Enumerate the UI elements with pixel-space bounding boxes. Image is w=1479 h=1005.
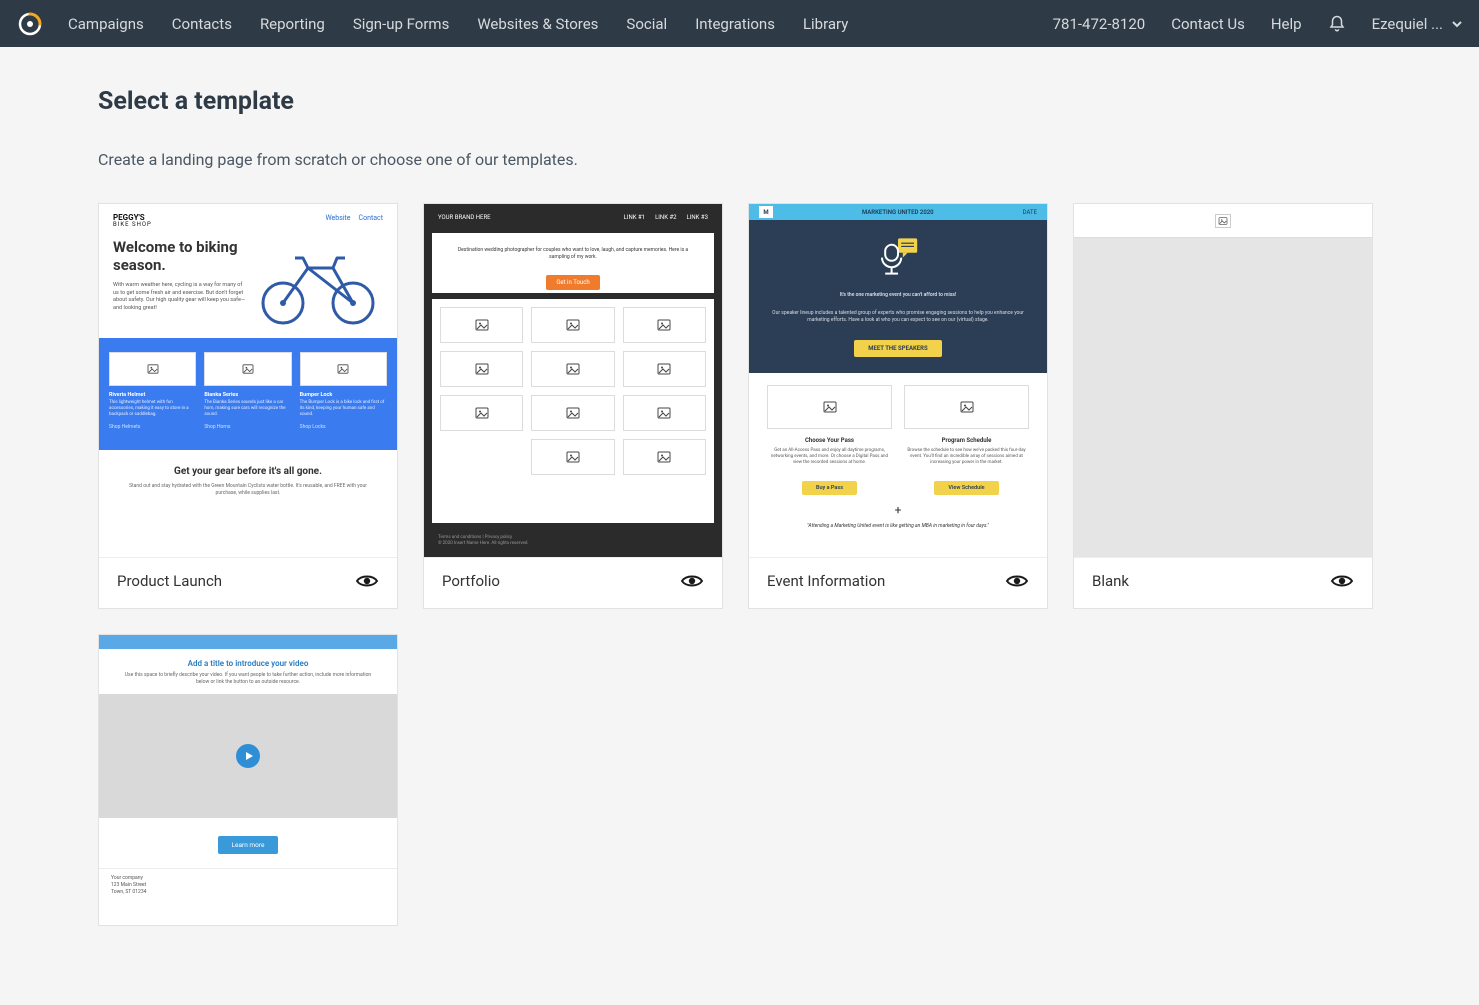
- image-placeholder-icon: [623, 395, 706, 431]
- t1-body: With warm weather here, cycling is a way…: [113, 282, 247, 313]
- template-thumbnail: M MARKETING UNITED 2020 DATE: [749, 204, 1047, 557]
- main-content: Select a template Create a landing page …: [0, 47, 1479, 986]
- nav-library[interactable]: Library: [803, 15, 848, 33]
- user-menu[interactable]: Ezequiel ...: [1372, 15, 1463, 33]
- microphone-chat-icon: [874, 234, 922, 278]
- template-thumbnail: [1074, 204, 1372, 557]
- image-placeholder-icon: [531, 395, 614, 431]
- nav-reporting[interactable]: Reporting: [260, 15, 325, 33]
- t3-logo: M: [759, 206, 773, 218]
- t1-cta-body: Stand out and stay hydrated with the Gre…: [119, 483, 377, 497]
- image-placeholder-icon: [204, 352, 291, 386]
- template-card-product-launch[interactable]: PEGGY'S BIKE SHOP WebsiteContact Welcome…: [98, 203, 398, 609]
- play-icon: [236, 744, 260, 768]
- t3-plus: +: [749, 503, 1047, 523]
- t3-hero-body: Our speaker lineup includes a talented g…: [769, 310, 1027, 325]
- template-thumbnail: Add a title to introduce your video Use …: [99, 635, 397, 925]
- image-placeholder-icon: [623, 307, 706, 343]
- nav-contact-us[interactable]: Contact Us: [1171, 15, 1245, 33]
- image-placeholder-icon: [1215, 214, 1231, 228]
- template-label: Event Information: [767, 572, 885, 590]
- template-label: Product Launch: [117, 572, 222, 590]
- image-placeholder-icon: [531, 439, 614, 475]
- template-card-portfolio[interactable]: YOUR BRAND HERE LINK #1LINK #2LINK #3 De…: [423, 203, 723, 609]
- template-grid: PEGGY'S BIKE SHOP WebsiteContact Welcome…: [98, 203, 1381, 926]
- t2-brand: YOUR BRAND HERE: [438, 214, 491, 221]
- page-title: Select a template: [98, 87, 1381, 116]
- image-placeholder-icon: [623, 439, 706, 475]
- image-placeholder-icon: [440, 307, 523, 343]
- image-placeholder-icon: [440, 395, 523, 431]
- image-placeholder-icon: [623, 351, 706, 387]
- t5-title: Add a title to introduce your video: [119, 659, 377, 668]
- nav-campaigns[interactable]: Campaigns: [68, 15, 144, 33]
- nav-left: Campaigns Contacts Reporting Sign-up For…: [68, 15, 848, 33]
- top-nav: Campaigns Contacts Reporting Sign-up For…: [0, 0, 1479, 47]
- preview-icon[interactable]: [355, 573, 379, 589]
- chevron-down-icon: [1451, 18, 1463, 30]
- bicycle-icon: [253, 238, 383, 328]
- bell-icon[interactable]: [1328, 15, 1346, 33]
- preview-icon[interactable]: [1005, 573, 1029, 589]
- t1-cta-title: Get your gear before it's all gone.: [119, 466, 377, 477]
- nav-phone[interactable]: 781-472-8120: [1053, 15, 1146, 33]
- template-thumbnail: PEGGY'S BIKE SHOP WebsiteContact Welcome…: [99, 204, 397, 557]
- t2-image-grid: [432, 299, 714, 523]
- template-label: Portfolio: [442, 572, 500, 590]
- nav-help[interactable]: Help: [1271, 15, 1302, 33]
- image-placeholder-icon: [767, 385, 892, 429]
- preview-icon[interactable]: [680, 573, 704, 589]
- nav-integrations[interactable]: Integrations: [695, 15, 775, 33]
- nav-contacts[interactable]: Contacts: [172, 15, 232, 33]
- nav-social[interactable]: Social: [626, 15, 667, 33]
- image-placeholder-icon: [300, 352, 387, 386]
- nav-websites-stores[interactable]: Websites & Stores: [477, 15, 598, 33]
- template-thumbnail: YOUR BRAND HERE LINK #1LINK #2LINK #3 De…: [424, 204, 722, 557]
- t5-video-placeholder: [99, 694, 397, 818]
- t5-button: Learn more: [218, 836, 279, 854]
- user-name: Ezequiel ...: [1372, 15, 1443, 33]
- t1-links: WebsiteContact: [325, 214, 383, 222]
- template-label: Blank: [1092, 572, 1129, 590]
- t3-hero-button: MEET THE SPEAKERS: [854, 340, 941, 357]
- t5-desc: Use this space to briefly describe your …: [119, 672, 377, 686]
- brand-logo[interactable]: [16, 10, 44, 38]
- template-card-video[interactable]: Add a title to introduce your video Use …: [98, 634, 398, 926]
- t3-quote: "Attending a Marketing United event is l…: [749, 523, 1047, 537]
- image-placeholder-icon: [440, 351, 523, 387]
- t1-brand: PEGGY'S BIKE SHOP: [113, 214, 152, 228]
- t2-links: LINK #1LINK #2LINK #3: [624, 214, 708, 221]
- t2-button: Get in Touch: [546, 275, 599, 290]
- template-card-blank[interactable]: Blank: [1073, 203, 1373, 609]
- image-placeholder-icon: [904, 385, 1029, 429]
- image-placeholder-icon: [531, 307, 614, 343]
- page-subtitle: Create a landing page from scratch or ch…: [98, 150, 1381, 169]
- nav-right: 781-472-8120 Contact Us Help Ezequiel ..…: [1053, 15, 1463, 33]
- t2-intro: Destination wedding photographer for cou…: [454, 247, 692, 261]
- preview-icon[interactable]: [1330, 573, 1354, 589]
- template-card-event-information[interactable]: M MARKETING UNITED 2020 DATE: [748, 203, 1048, 609]
- image-placeholder-icon: [531, 351, 614, 387]
- nav-signup-forms[interactable]: Sign-up Forms: [353, 15, 450, 33]
- image-placeholder-icon: [109, 352, 196, 386]
- t1-headline: Welcome to biking season.: [113, 238, 247, 274]
